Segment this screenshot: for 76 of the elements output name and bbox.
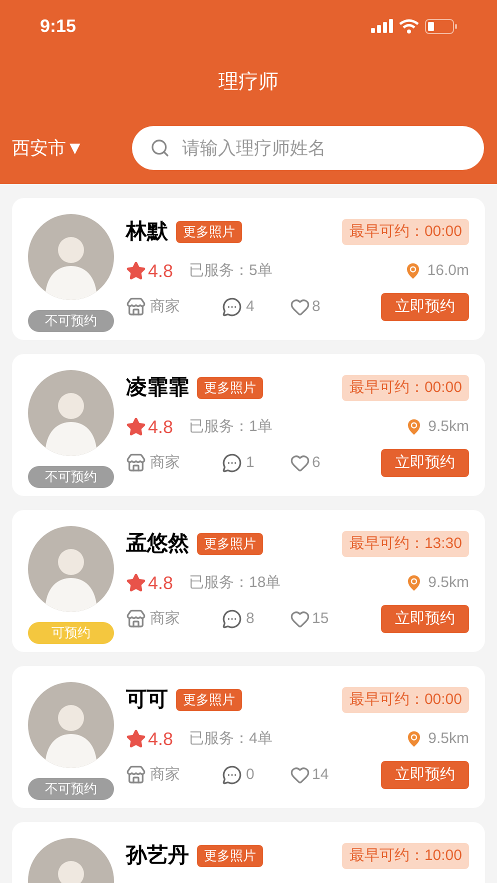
earliest-time-tag: 最早可约：13:30	[342, 531, 469, 557]
star-icon	[126, 729, 146, 749]
heart-icon	[290, 297, 310, 317]
therapist-name: 可可	[126, 687, 168, 714]
like-count: 8	[312, 296, 320, 317]
heart-icon	[290, 609, 310, 629]
battery-icon	[425, 18, 457, 34]
distance: 9.5km	[428, 728, 469, 749]
book-now-button[interactable]: 立即预约	[381, 293, 469, 321]
book-now-button[interactable]: 立即预约	[381, 761, 469, 789]
distance: 16.0m	[427, 260, 469, 281]
earliest-time-tag: 最早可约：10:00	[342, 843, 469, 869]
more-photos-button[interactable]: 更多照片	[197, 845, 263, 867]
therapist-name: 孙艺丹	[126, 843, 189, 870]
comment-count: 1	[246, 452, 256, 473]
search-field[interactable]: 请输入理疗师姓名	[132, 126, 484, 170]
rating: 4.8	[148, 260, 174, 282]
therapist-card[interactable]: 不可预约 可可 更多照片 最早可约：00:00 4.8 已服务：4单 9.5km 商家 0 14 立即预约	[12, 666, 485, 808]
comment-count: 4	[246, 296, 256, 317]
store-icon	[126, 453, 146, 473]
comment-icon	[222, 453, 242, 473]
store-icon	[126, 297, 146, 317]
shop-label: 商家	[150, 608, 181, 629]
heart-icon	[290, 765, 310, 785]
distance: 9.5km	[428, 572, 469, 593]
therapist-name: 孟悠然	[126, 531, 189, 558]
therapist-card[interactable]: 孙艺丹 更多照片 最早可约：10:00	[12, 822, 485, 883]
earliest-time-tag: 最早可约：00:00	[342, 687, 469, 713]
distance: 9.5km	[428, 416, 469, 437]
page-title: 理疗师	[218, 70, 278, 95]
comment-icon	[222, 609, 242, 629]
therapist-card[interactable]: 不可预约 凌霏霏 更多照片 最早可约：00:00 4.8 已服务：1单 9.5km 商家 1 6 立即预约	[12, 354, 485, 496]
served-count: 已服务：1单	[189, 416, 272, 437]
comment-count: 0	[246, 764, 256, 785]
star-icon	[126, 573, 146, 593]
availability-tag: 不可预约	[28, 778, 114, 800]
comment-icon	[222, 765, 242, 785]
like-count: 6	[312, 452, 320, 473]
availability-tag: 不可预约	[28, 310, 114, 332]
store-icon	[126, 609, 146, 629]
like-count: 14	[312, 764, 329, 785]
star-icon	[126, 417, 146, 437]
more-photos-button[interactable]: 更多照片	[197, 377, 263, 399]
shop-label: 商家	[150, 296, 181, 317]
status-time: 9:15	[40, 14, 76, 38]
book-now-button[interactable]: 立即预约	[381, 449, 469, 477]
rating: 4.8	[148, 416, 174, 438]
rating: 4.8	[148, 728, 174, 750]
rating: 4.8	[148, 572, 174, 594]
more-photos-button[interactable]: 更多照片	[197, 533, 263, 555]
star-icon	[126, 261, 146, 281]
therapist-name: 林默	[126, 219, 168, 246]
signal-icon	[371, 19, 393, 33]
served-count: 已服务：18单	[189, 572, 281, 593]
heart-icon	[290, 453, 310, 473]
comment-count: 8	[246, 608, 256, 629]
book-now-button[interactable]: 立即预约	[381, 605, 469, 633]
served-count: 已服务：4单	[189, 728, 272, 749]
search-icon	[150, 138, 170, 158]
earliest-time-tag: 最早可约：00:00	[342, 219, 469, 245]
availability-tag: 不可预约	[28, 466, 114, 488]
like-count: 15	[312, 608, 329, 629]
therapist-card[interactable]: 可预约 孟悠然 更多照片 最早可约：13:30 4.8 已服务：18单 9.5km 商家 8 15 立即预约	[12, 510, 485, 652]
availability-tag: 可预约	[28, 622, 114, 644]
wifi-icon	[399, 18, 419, 34]
shop-label: 商家	[150, 452, 181, 473]
store-icon	[126, 765, 146, 785]
more-photos-button[interactable]: 更多照片	[176, 689, 242, 711]
city-selector[interactable]: 西安市▼	[12, 134, 112, 162]
earliest-time-tag: 最早可约：00:00	[342, 375, 469, 401]
more-photos-button[interactable]: 更多照片	[176, 221, 242, 243]
shop-label: 商家	[150, 764, 181, 785]
therapist-name: 凌霏霏	[126, 375, 189, 402]
served-count: 已服务：5单	[189, 260, 272, 281]
therapist-card[interactable]: 不可预约 林默 更多照片 最早可约：00:00 4.8 已服务：5单 16.0m 商家 4 8 立即预约	[12, 198, 485, 340]
comment-icon	[222, 297, 242, 317]
